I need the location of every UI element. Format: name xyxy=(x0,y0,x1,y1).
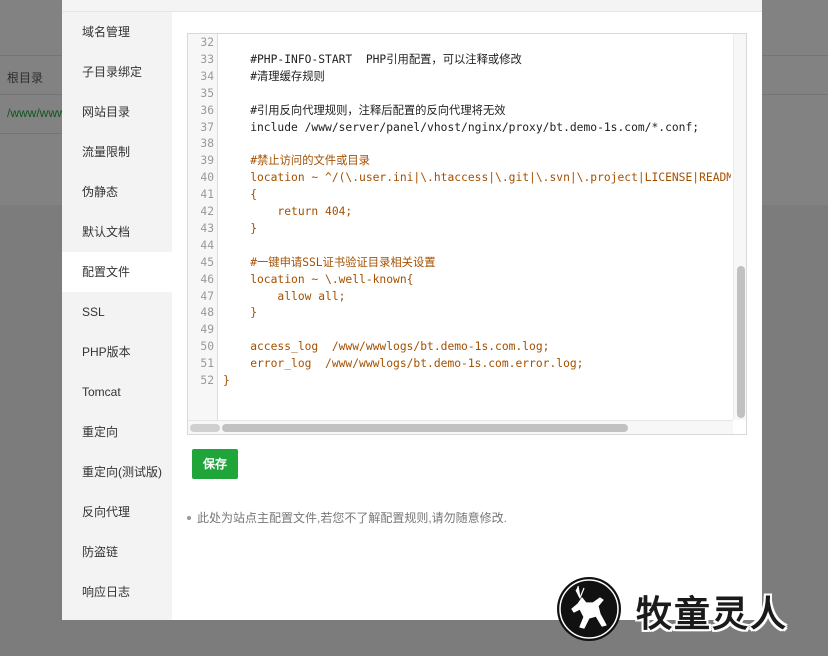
line-text: #引用反向代理规则，注释后配置的反向代理将无效 xyxy=(223,103,506,117)
vertical-scroll-thumb[interactable] xyxy=(737,266,745,418)
code-line: 49 xyxy=(188,321,733,338)
site-settings-modal: 域名管理 子目录绑定 网站目录 流量限制 伪静态 默认文档 配置文件 SSL P… xyxy=(62,0,762,620)
code-line: 35 xyxy=(188,85,733,102)
line-number: 45 xyxy=(200,255,214,269)
config-code-editor[interactable]: 32 33 #PHP-INFO-START PHP引用配置，可以注释或修改 34… xyxy=(187,33,747,435)
line-text: allow all; xyxy=(223,289,346,303)
line-number: 37 xyxy=(200,120,214,134)
line-text: return 404; xyxy=(223,205,353,218)
code-line: 46 location ~ \.well-known{ xyxy=(188,271,733,288)
code-line: 43 } xyxy=(188,220,733,237)
line-text: include /www/server/panel/vhost/nginx/pr… xyxy=(223,120,700,134)
line-text: #PHP-INFO-START PHP引用配置，可以注释或修改 xyxy=(223,52,522,66)
sidebar-item-subdirectory-binding[interactable]: 子目录绑定 xyxy=(62,52,172,92)
line-text: access_log /www/wwwlogs/bt.demo-1s.com.l… xyxy=(223,340,550,354)
line-text: } xyxy=(223,374,230,387)
code-line: 51 error_log /www/wwwlogs/bt.demo-1s.com… xyxy=(188,355,733,372)
code-line: 50 access_log /www/wwwlogs/bt.demo-1s.co… xyxy=(188,338,733,355)
sidebar-item-ssl[interactable]: SSL xyxy=(62,292,172,332)
code-line: 32 xyxy=(188,34,733,51)
save-button[interactable]: 保存 xyxy=(192,449,238,479)
sidebar-item-tomcat[interactable]: Tomcat xyxy=(62,372,172,412)
horizontal-scroll-handle[interactable] xyxy=(190,424,220,432)
code-line: 34 #清理缓存规则 xyxy=(188,68,733,85)
sidebar-item-rewrite[interactable]: 伪静态 xyxy=(62,172,172,212)
code-line: 40 location ~ ^/(\.user.ini|\.htaccess|\… xyxy=(188,169,733,186)
background-divider xyxy=(0,133,62,134)
line-number: 51 xyxy=(200,357,214,371)
line-number: 46 xyxy=(200,272,214,286)
line-number: 40 xyxy=(200,171,214,185)
sidebar-item-php-version[interactable]: PHP版本 xyxy=(62,332,172,372)
code-line: 44 xyxy=(188,237,733,254)
settings-sidebar: 域名管理 子目录绑定 网站目录 流量限制 伪静态 默认文档 配置文件 SSL P… xyxy=(62,12,172,620)
line-text: } xyxy=(223,221,258,235)
code-line: 36 #引用反向代理规则，注释后配置的反向代理将无效 xyxy=(188,102,733,119)
line-number: 36 xyxy=(200,103,214,117)
line-number: 52 xyxy=(200,374,214,387)
line-number: 48 xyxy=(200,306,214,320)
tip-text: 此处为站点主配置文件,若您不了解配置规则,请勿随意修改. xyxy=(197,511,508,525)
line-number: 42 xyxy=(200,205,214,218)
code-line: 42 return 404; xyxy=(188,203,733,220)
modal-header xyxy=(62,0,762,12)
line-text: #清理缓存规则 xyxy=(223,69,325,83)
line-text: location ~ \.well-known{ xyxy=(223,272,414,286)
code-line: 39 #禁止访问的文件或目录 xyxy=(188,152,733,169)
sidebar-item-response-log[interactable]: 响应日志 xyxy=(62,572,172,612)
code-line: 41 { xyxy=(188,186,733,203)
line-text: #禁止访问的文件或目录 xyxy=(223,154,370,168)
horizontal-scroll-thumb[interactable] xyxy=(222,424,628,432)
code-line: 45 #一键申请SSL证书验证目录相关设置 xyxy=(188,254,733,271)
background-divider xyxy=(762,94,828,95)
background-column-label: 根目录 xyxy=(7,71,44,85)
sidebar-item-config-file[interactable]: 配置文件 xyxy=(62,252,172,292)
config-warning-tip: 此处为站点主配置文件,若您不了解配置规则,请勿随意修改. xyxy=(187,509,507,526)
line-number: 41 xyxy=(200,188,214,202)
sidebar-item-default-document[interactable]: 默认文档 xyxy=(62,212,172,252)
background-divider xyxy=(0,55,62,56)
line-number: 34 xyxy=(200,69,214,83)
line-number: 47 xyxy=(200,289,214,303)
watermark-text: 牧童灵人 xyxy=(636,594,789,635)
bullet-icon xyxy=(187,515,191,520)
code-line: 48 } xyxy=(188,304,733,321)
line-number: 49 xyxy=(200,323,214,337)
sidebar-item-traffic-limit[interactable]: 流量限制 xyxy=(62,132,172,172)
line-text: location ~ ^/(\.user.ini|\.htaccess|\.gi… xyxy=(223,171,731,185)
line-text: error_log /www/wwwlogs/bt.demo-1s.com.er… xyxy=(223,357,584,371)
code-line: 38 xyxy=(188,135,733,152)
line-text: { xyxy=(223,188,258,202)
background-divider xyxy=(0,94,62,95)
editor-vertical-scrollbar[interactable] xyxy=(733,34,746,420)
line-number: 32 xyxy=(200,36,214,49)
line-number: 33 xyxy=(200,52,214,66)
line-text: #一键申请SSL证书验证目录相关设置 xyxy=(223,255,436,269)
line-number: 39 xyxy=(200,154,214,168)
line-text: } xyxy=(223,306,258,320)
deer-icon xyxy=(556,576,622,642)
sidebar-item-redirect-beta[interactable]: 重定向(测试版) xyxy=(62,452,172,492)
code-line: 33 #PHP-INFO-START PHP引用配置，可以注释或修改 xyxy=(188,51,733,68)
background-divider xyxy=(762,55,828,56)
sidebar-item-domain-management[interactable]: 域名管理 xyxy=(62,12,172,52)
background-row-value: /www/wwwroot xyxy=(7,106,62,120)
sidebar-item-redirect[interactable]: 重定向 xyxy=(62,412,172,452)
code-line: 47 allow all; xyxy=(188,288,733,305)
line-number: 43 xyxy=(200,221,214,235)
editor-horizontal-scrollbar[interactable] xyxy=(188,420,733,434)
code-line: 52} xyxy=(188,372,733,389)
sidebar-item-hotlink-protection[interactable]: 防盗链 xyxy=(62,532,172,572)
line-number: 50 xyxy=(200,340,214,354)
line-number: 44 xyxy=(200,238,214,252)
line-number: 38 xyxy=(200,137,214,151)
line-number: 35 xyxy=(200,86,214,100)
code-line: 37 include /www/server/panel/vhost/nginx… xyxy=(188,119,733,136)
sidebar-item-site-directory[interactable]: 网站目录 xyxy=(62,92,172,132)
sidebar-item-reverse-proxy[interactable]: 反向代理 xyxy=(62,492,172,532)
